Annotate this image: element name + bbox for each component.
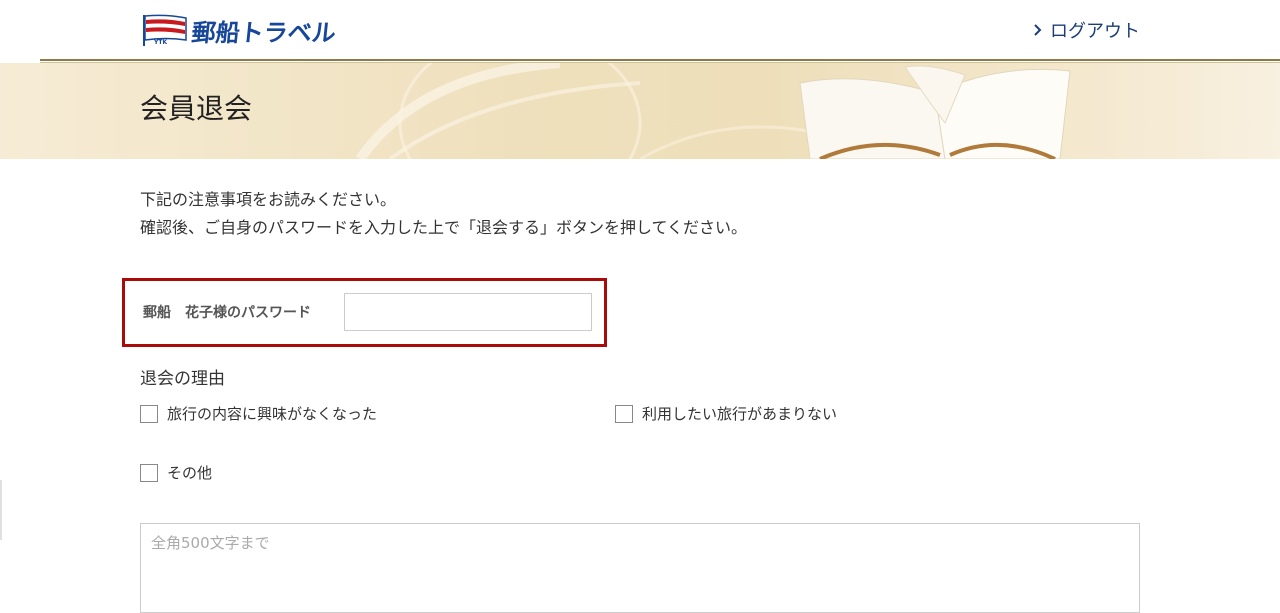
reason-heading: 退会の理由 xyxy=(140,369,225,389)
reason-option-label: 旅行の内容に興味がなくなった xyxy=(167,405,378,423)
logout-link[interactable]: ログアウト xyxy=(1032,17,1140,43)
chevron-right-icon xyxy=(1034,24,1042,36)
password-input[interactable] xyxy=(344,293,592,331)
intro-line-2: 確認後、ご自身のパスワードを入力した上で「退会する」ボタンを押してください。 xyxy=(140,218,748,237)
reason-option-label: その他 xyxy=(167,464,213,482)
logout-label: ログアウト xyxy=(1050,21,1140,42)
checkbox[interactable] xyxy=(140,404,158,423)
password-label: 郵船 花子様のパスワード xyxy=(143,305,311,321)
site-logo[interactable]: YTK 郵船トラベル xyxy=(140,12,338,48)
page-title: 会員退会 xyxy=(140,92,253,125)
logo-text: 郵船トラベル xyxy=(190,18,338,47)
intro-line-1: 下記の注意事項をお読みください。 xyxy=(140,190,397,209)
reason-option-few-tours[interactable]: 利用したい旅行があまりない xyxy=(615,403,837,424)
password-section: 郵船 花子様のパスワード xyxy=(122,278,607,347)
svg-text:YTK: YTK xyxy=(153,39,167,46)
checkbox[interactable] xyxy=(140,463,158,482)
intro-text: 下記の注意事項をお読みください。 確認後、ご自身のパスワードを入力した上で「退会… xyxy=(140,186,747,242)
site-header: YTK 郵船トラベル ログアウト xyxy=(0,0,1280,60)
header-divider xyxy=(40,59,1280,61)
reason-option-no-interest[interactable]: 旅行の内容に興味がなくなった xyxy=(140,403,377,424)
flag-logo-icon: YTK xyxy=(143,14,187,46)
reason-option-label: 利用したい旅行があまりない xyxy=(642,405,838,423)
reason-option-other[interactable]: その他 xyxy=(140,462,212,483)
page-banner: 会員退会 xyxy=(0,63,1280,159)
left-edge-marker xyxy=(0,480,2,540)
checkbox[interactable] xyxy=(615,404,633,423)
